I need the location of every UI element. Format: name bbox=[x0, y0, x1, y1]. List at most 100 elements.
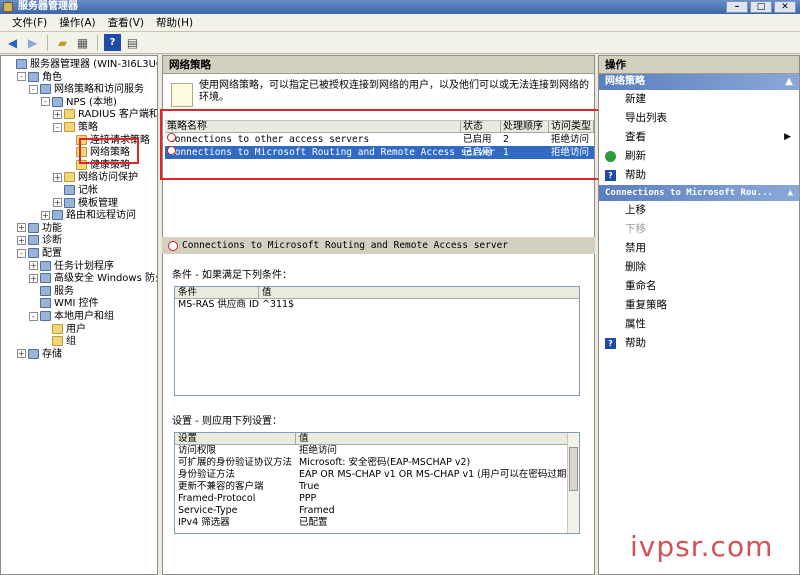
back-arrow-icon[interactable]: ◀ bbox=[4, 34, 21, 51]
forward-arrow-icon[interactable]: ▶ bbox=[24, 34, 41, 51]
action-item[interactable]: 查看 ▶ bbox=[599, 128, 799, 147]
expand-icon[interactable]: + bbox=[17, 235, 26, 245]
collapse-caret-icon[interactable]: ▲ bbox=[785, 74, 793, 90]
collapse-icon[interactable]: - bbox=[17, 248, 26, 258]
tree-node[interactable]: + 路由和远程访问 bbox=[41, 209, 136, 222]
action-item[interactable]: 导出列表 bbox=[599, 109, 799, 128]
tree-node[interactable]: + 诊断 bbox=[17, 234, 62, 247]
expand-icon[interactable]: + bbox=[17, 349, 26, 359]
menu-action[interactable]: 操作(A) bbox=[53, 14, 101, 31]
action-item[interactable]: 刷新 bbox=[599, 147, 799, 166]
tree-node[interactable]: - 策略 bbox=[53, 121, 98, 134]
expand-icon[interactable]: + bbox=[17, 223, 26, 233]
menu-file[interactable]: 文件(F) bbox=[6, 14, 53, 31]
grid-row[interactable]: MS-RAS 供应商 ID ^311$ bbox=[175, 299, 579, 311]
collapse-icon[interactable]: - bbox=[29, 311, 38, 321]
tree-node-label: 诊断 bbox=[42, 235, 62, 247]
action-item[interactable]: 新建 bbox=[599, 90, 799, 109]
settings-col-value[interactable]: 值 bbox=[296, 433, 569, 445]
grid-row[interactable]: 可扩展的身份验证协议方法 Microsoft: 安全密码(EAP-MSCHAP v… bbox=[175, 457, 579, 469]
actions-section-network-policy[interactable]: 网络策略 ▲ bbox=[599, 74, 799, 90]
action-pane-icon[interactable]: ▤ bbox=[124, 34, 141, 51]
expand-icon[interactable]: + bbox=[41, 210, 50, 220]
collapse-caret-icon[interactable]: ▲ bbox=[788, 185, 793, 201]
collapse-icon[interactable]: - bbox=[41, 97, 50, 107]
tree-node-label: 配置 bbox=[42, 248, 62, 259]
settings-scroll-thumb[interactable] bbox=[569, 447, 578, 491]
tree-node[interactable]: - 网络策略和访问服务 bbox=[29, 83, 144, 96]
collapse-icon[interactable]: - bbox=[53, 122, 62, 132]
menu-view[interactable]: 查看(V) bbox=[102, 14, 150, 31]
grid-value: True bbox=[299, 481, 320, 492]
tree-node[interactable]: 记帐 bbox=[53, 184, 98, 197]
expand-icon[interactable]: + bbox=[29, 261, 38, 271]
tree-node[interactable]: 用户 bbox=[41, 323, 86, 336]
tree-node[interactable]: - 角色 bbox=[17, 71, 62, 84]
grid-row[interactable]: 更新不兼容的客户端 True bbox=[175, 481, 579, 493]
help-icon: ? bbox=[605, 338, 616, 349]
grid-row[interactable]: Framed-Protocol PPP bbox=[175, 493, 579, 505]
close-button[interactable]: ✕ bbox=[774, 1, 796, 13]
tree-node[interactable]: + RADIUS 客户端和 bbox=[53, 108, 158, 121]
tree-node-label: RADIUS 客户端和 bbox=[78, 109, 158, 121]
tree-node[interactable]: - 配置 bbox=[17, 247, 62, 260]
tree-node-label: NPS (本地) bbox=[66, 96, 117, 108]
show-hide-tree-icon[interactable]: ▦ bbox=[74, 34, 91, 51]
expand-icon[interactable]: + bbox=[29, 273, 38, 283]
menu-help[interactable]: 帮助(H) bbox=[150, 14, 199, 31]
collapse-icon[interactable]: - bbox=[17, 72, 26, 82]
collapse-icon[interactable]: - bbox=[29, 84, 38, 94]
tree-node[interactable]: + 模板管理 bbox=[53, 197, 118, 210]
console-tree: 服务器管理器 (WIN-3I6L3UQB2A-角色-网络策略和访问服务-NPS … bbox=[0, 55, 158, 575]
tree-node[interactable]: - NPS (本地) bbox=[41, 96, 117, 109]
help-icon[interactable]: ? bbox=[104, 34, 121, 51]
submenu-arrow-icon: ▶ bbox=[784, 132, 791, 142]
grid-row[interactable]: Service-Type Framed bbox=[175, 505, 579, 517]
actions-section-selected-policy[interactable]: Connections to Microsoft Rou... ▲ bbox=[599, 185, 799, 201]
routing-icon bbox=[52, 210, 63, 221]
grid-row[interactable]: 身份验证方法 EAP OR MS-CHAP v1 OR MS-CHAP v1 (用… bbox=[175, 469, 579, 481]
action-item[interactable]: 重命名 bbox=[599, 277, 799, 296]
grid-row[interactable]: 访问权限 拒绝访问 bbox=[175, 445, 579, 457]
conditions-col-condition[interactable]: 条件 bbox=[175, 287, 259, 299]
actions-pane: 操作 网络策略 ▲ 新建 导出列表 查看 ▶ 刷新? 帮助 Connections to … bbox=[598, 55, 800, 575]
action-item[interactable]: 禁用 bbox=[599, 239, 799, 258]
action-item[interactable]: ? 帮助 bbox=[599, 166, 799, 185]
tree-node[interactable]: + 高级安全 Windows 防火 bbox=[29, 272, 158, 285]
tree-node[interactable]: - 本地用户和组 bbox=[29, 310, 114, 323]
tree-node[interactable]: 服务 bbox=[29, 285, 74, 298]
policy-document-icon bbox=[171, 83, 193, 107]
minimize-button[interactable]: – bbox=[726, 1, 748, 13]
maximize-button[interactable]: □ bbox=[750, 1, 772, 13]
expand-icon[interactable]: + bbox=[53, 109, 62, 119]
action-item[interactable]: 删除 bbox=[599, 258, 799, 277]
features-icon bbox=[28, 222, 39, 233]
action-label: 下移 bbox=[625, 223, 646, 235]
action-label: 删除 bbox=[625, 261, 646, 273]
tree-node-label: 高级安全 Windows 防火 bbox=[54, 273, 158, 285]
action-item[interactable]: ? 帮助 bbox=[599, 334, 799, 353]
grid-value: 已配置 bbox=[299, 517, 328, 528]
tree-node[interactable]: + 功能 bbox=[17, 222, 62, 235]
grid-row[interactable]: IPv4 筛选器 已配置 bbox=[175, 517, 579, 529]
up-folder-icon[interactable]: ▰ bbox=[54, 34, 71, 51]
tree-node-label: 服务器管理器 (WIN-3I6L3UQB2A bbox=[30, 59, 157, 70]
action-item[interactable]: 属性 bbox=[599, 315, 799, 334]
conditions-col-value[interactable]: 值 bbox=[259, 287, 569, 299]
folder-icon bbox=[64, 172, 75, 183]
action-label: 属性 bbox=[625, 318, 646, 330]
settings-scrollbar[interactable] bbox=[567, 433, 579, 533]
action-item[interactable]: 重复策略 bbox=[599, 296, 799, 315]
expand-icon[interactable]: + bbox=[53, 198, 62, 208]
action-item[interactable]: 上移 bbox=[599, 201, 799, 220]
tree-node[interactable]: + 任务计划程序 bbox=[29, 260, 114, 273]
tree-node[interactable]: WMI 控件 bbox=[29, 297, 99, 310]
tree-node[interactable]: + 网络访问保护 bbox=[53, 171, 138, 184]
roles-icon bbox=[28, 71, 39, 82]
action-item[interactable]: 下移 bbox=[599, 220, 799, 239]
tree-node[interactable]: 服务器管理器 (WIN-3I6L3UQB2A bbox=[5, 58, 157, 71]
tree-node[interactable]: 组 bbox=[41, 335, 76, 348]
expand-icon[interactable]: + bbox=[53, 172, 62, 182]
tree-node[interactable]: + 存储 bbox=[17, 348, 62, 361]
settings-col-setting[interactable]: 设置 bbox=[175, 433, 296, 445]
